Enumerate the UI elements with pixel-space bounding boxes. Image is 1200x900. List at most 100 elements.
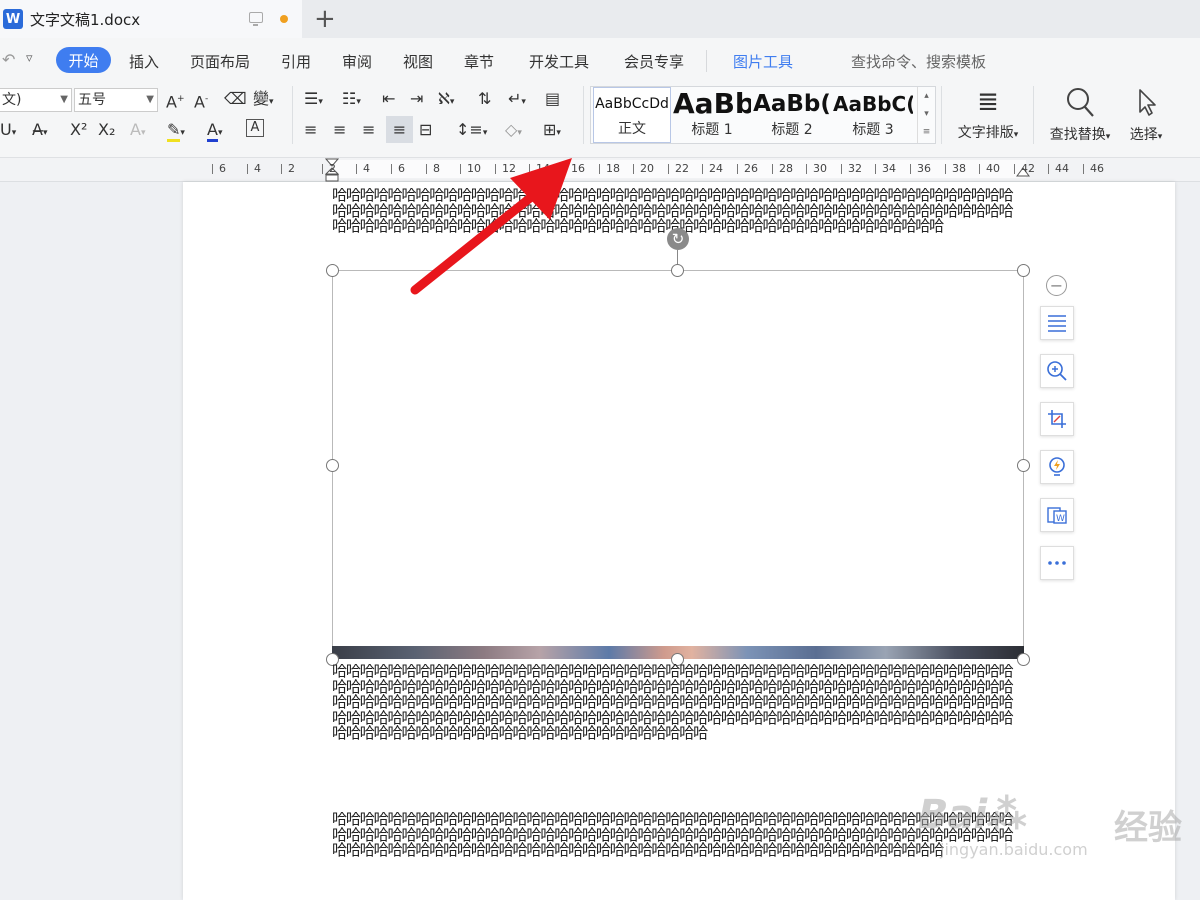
clear-format-icon[interactable]: ⌫ <box>224 89 247 109</box>
tab-home[interactable]: 开始 <box>56 47 111 73</box>
char-border-icon[interactable]: A <box>246 119 264 137</box>
line-spacing-icon[interactable]: ↕≡▾ <box>456 120 487 143</box>
styles-gallery: AaBbCcDd 正文 AaBb 标题 1 AaBb( 标题 2 AaBbC( … <box>590 86 936 144</box>
layout-icon <box>1048 315 1066 332</box>
convert-button[interactable]: W <box>1040 498 1074 532</box>
tab-section[interactable]: 章节 <box>464 51 494 72</box>
horizontal-ruler[interactable]: 6422468101214161820222426283032343638404… <box>0 158 1200 182</box>
resize-handle-top[interactable] <box>671 264 684 277</box>
underline-icon[interactable]: U▾ <box>0 120 16 143</box>
selected-image[interactable] <box>332 270 1024 659</box>
select-label: 选择 <box>1129 127 1158 143</box>
text-layout-button[interactable]: ≣ 文字排版▾ <box>948 86 1028 142</box>
align-left-icon[interactable]: ≡ <box>304 120 317 140</box>
resize-handle-top-right[interactable] <box>1017 264 1030 277</box>
align-right-icon[interactable]: ≡ <box>362 120 375 140</box>
new-tab-button[interactable]: + <box>314 4 336 34</box>
zoom-in-button[interactable] <box>1040 354 1074 388</box>
font-name-value: 文) <box>2 92 22 108</box>
style-label: 标题 1 <box>691 122 733 138</box>
borders-icon[interactable]: ⊞▾ <box>543 120 561 143</box>
subscript-icon[interactable]: X₂ <box>98 120 115 140</box>
show-marks-icon[interactable]: ↵▾ <box>508 89 526 112</box>
ribbon-divider <box>941 86 942 144</box>
strikethrough-icon[interactable]: A̶▾ <box>32 120 47 143</box>
phonetic-guide-icon[interactable]: 變▾ <box>253 89 274 112</box>
shrink-font-icon[interactable]: A- <box>194 89 208 112</box>
styles-scroll[interactable]: ▴ ▾ ≡ <box>917 87 935 143</box>
crop-button[interactable] <box>1040 402 1074 436</box>
font-size-value: 五号 <box>78 92 106 108</box>
watermark-brand: Bai <box>918 792 987 838</box>
watermark-url: jingyan.baidu.com <box>940 840 1088 859</box>
more-button[interactable] <box>1040 546 1074 580</box>
chevron-down-icon: ▾ <box>1157 132 1163 142</box>
command-search[interactable]: 查找命令、搜索模板 <box>851 51 986 72</box>
ruler-number: 38 <box>952 162 966 175</box>
layout-options-button[interactable] <box>1040 306 1074 340</box>
ruler-number: 4 <box>363 162 370 175</box>
chevron-down-icon[interactable]: ▾ <box>918 105 935 123</box>
ruler-number: 40 <box>986 162 1000 175</box>
style-preview: AaBb( <box>753 91 831 117</box>
tab-view[interactable]: 视图 <box>403 51 433 72</box>
chevron-up-icon[interactable]: ▴ <box>918 87 935 105</box>
zoom-in-icon <box>1047 361 1067 381</box>
font-color-icon[interactable]: A▾ <box>207 120 222 143</box>
find-replace-label: 查找替换 <box>1049 127 1106 143</box>
tab-picture-tools[interactable]: 图片工具 <box>733 51 793 72</box>
resize-handle-left[interactable] <box>326 459 339 472</box>
tab-page-layout[interactable]: 页面布局 <box>190 51 250 72</box>
style-preview: AaBbCcDd <box>595 96 669 112</box>
tab-member[interactable]: 会员专享 <box>624 51 684 72</box>
align-center-icon[interactable]: ≡ <box>333 120 346 140</box>
ruler-tick <box>910 164 911 174</box>
bullet-list-icon[interactable]: ☰▾ <box>304 89 323 112</box>
ribbon-divider <box>1033 86 1034 144</box>
distribute-icon[interactable]: ⊟ <box>419 120 432 140</box>
style-heading-1[interactable]: AaBb 标题 1 <box>673 87 751 143</box>
ruler-tick <box>668 164 669 174</box>
highlight-icon[interactable]: ✎▾ <box>167 120 185 143</box>
undo-icon[interactable]: ↶ <box>2 50 15 69</box>
style-normal[interactable]: AaBbCcDd 正文 <box>593 87 671 143</box>
document-tab[interactable]: W 文字文稿1.docx <box>0 0 302 38</box>
font-size-select[interactable]: 五号 ▼ <box>74 88 158 112</box>
table-ruler-icon[interactable]: ▤ <box>545 89 560 109</box>
smart-tips-button[interactable] <box>1040 450 1074 484</box>
tab-review[interactable]: 审阅 <box>342 51 372 72</box>
rotate-handle-icon[interactable]: ↻ <box>667 228 689 250</box>
ruler-number: 28 <box>779 162 793 175</box>
select-button[interactable]: 选择▾ <box>1121 86 1171 144</box>
grow-font-icon[interactable]: A+ <box>166 89 185 112</box>
cursor-arrow-icon <box>1139 89 1156 116</box>
quick-access-dropdown-icon[interactable]: ▿ <box>26 51 33 66</box>
resize-handle-right[interactable] <box>1017 459 1030 472</box>
resize-handle-top-left[interactable] <box>326 264 339 277</box>
more-styles-icon[interactable]: ≡ <box>918 123 935 141</box>
ruler-number: 22 <box>675 162 689 175</box>
superscript-icon[interactable]: X² <box>70 120 87 140</box>
monitor-icon[interactable] <box>249 12 263 26</box>
style-label: 正文 <box>618 121 646 137</box>
justify-icon[interactable]: ≡ <box>386 116 413 143</box>
style-heading-2[interactable]: AaBb( 标题 2 <box>753 87 831 143</box>
ruler-number: 4 <box>254 162 261 175</box>
find-replace-button[interactable]: 查找替换▾ <box>1040 86 1120 144</box>
style-heading-3[interactable]: AaBbC( 标题 3 <box>833 87 913 143</box>
numbered-list-icon[interactable]: ☷▾ <box>342 89 361 112</box>
tab-developer[interactable]: 开发工具 <box>529 51 589 72</box>
chinese-layout-icon[interactable]: ℵ▾ <box>438 89 454 112</box>
font-name-select[interactable]: 文) ▼ <box>0 88 72 112</box>
style-label: 标题 2 <box>771 122 813 138</box>
collapse-toolbar-icon[interactable]: − <box>1046 275 1067 296</box>
paragraph-2[interactable]: 哈哈哈哈哈哈哈哈哈哈哈哈哈哈哈哈哈哈哈哈哈哈哈哈哈哈哈哈哈哈哈哈哈哈哈哈哈哈哈哈… <box>332 664 1026 787</box>
decrease-indent-icon[interactable]: ⇤ <box>382 89 395 109</box>
sort-icon[interactable]: ⇅ <box>478 89 491 109</box>
shading-icon[interactable]: ◇▾ <box>505 120 522 143</box>
text-effect-icon[interactable]: A▾ <box>130 120 145 143</box>
text-layout-label: 文字排版 <box>957 125 1014 141</box>
tab-insert[interactable]: 插入 <box>129 51 159 72</box>
tab-references[interactable]: 引用 <box>281 51 311 72</box>
increase-indent-icon[interactable]: ⇥ <box>410 89 423 109</box>
